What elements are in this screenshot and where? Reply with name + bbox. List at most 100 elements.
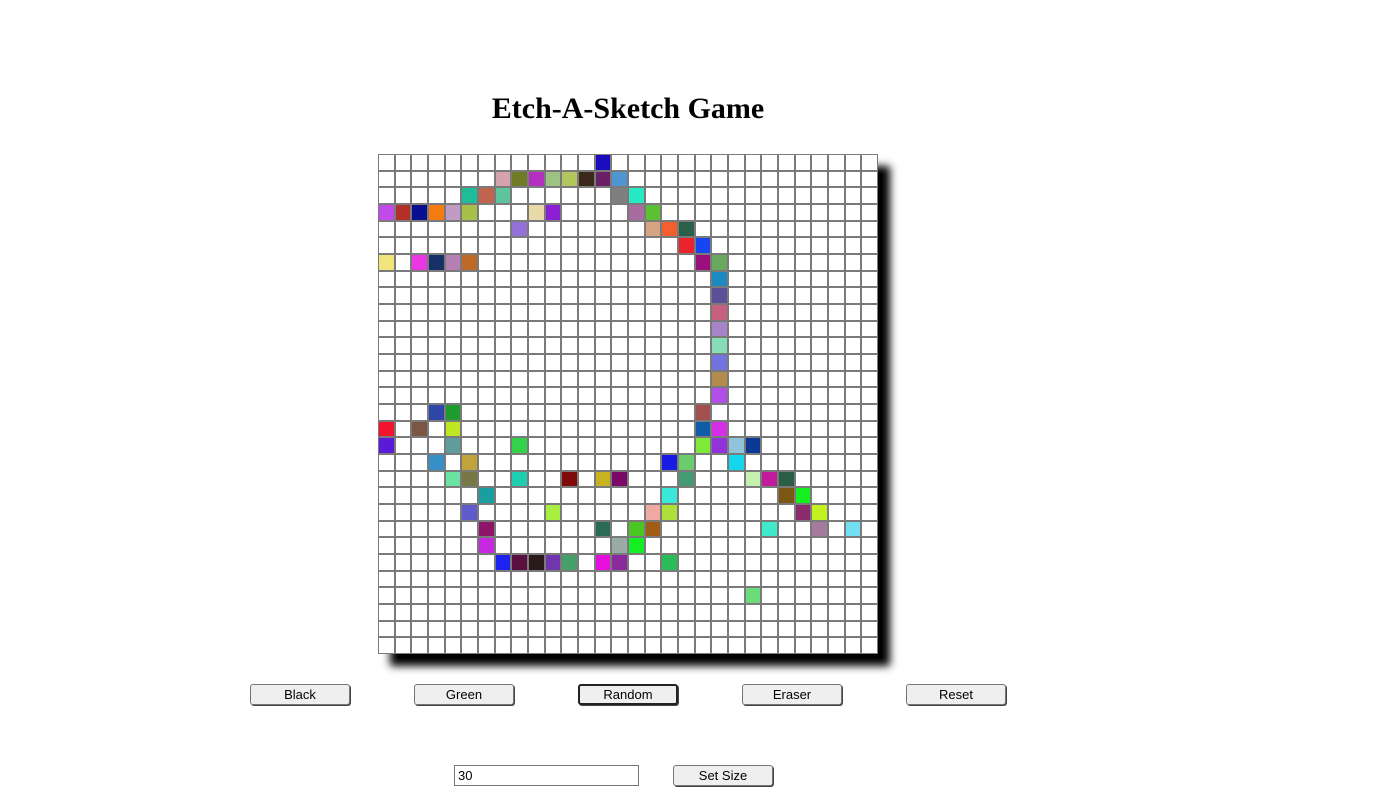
grid-cell[interactable] [811,220,828,238]
grid-cell[interactable] [794,337,812,354]
grid-cell[interactable] [594,437,612,454]
grid-cell[interactable] [627,620,645,638]
grid-cell[interactable] [427,387,445,404]
grid-cell[interactable] [444,503,462,521]
grid-cell[interactable] [378,520,395,538]
grid-cell[interactable] [744,403,762,421]
grid-cell[interactable] [861,603,878,621]
grid-cell[interactable] [394,503,412,521]
grid-cell[interactable] [644,170,662,188]
grid-cell[interactable] [594,270,612,288]
grid-cell[interactable] [394,487,412,504]
grid-cell[interactable] [544,337,562,354]
grid-cell[interactable] [794,287,812,304]
grid-cell[interactable] [694,420,712,438]
grid-cell[interactable] [844,353,862,371]
grid-cell[interactable] [827,320,845,338]
grid-cell[interactable] [811,337,828,354]
grid-cell[interactable] [694,587,712,604]
grid-cell[interactable] [644,220,662,238]
grid-cell[interactable] [711,220,728,238]
grid-cell[interactable] [661,237,678,254]
grid-cell[interactable] [744,503,762,521]
grid-cell[interactable] [761,187,778,204]
grid-cell[interactable] [761,387,778,404]
grid-cell[interactable] [711,437,728,454]
grid-cell[interactable] [861,637,878,654]
grid-cell[interactable] [594,420,612,438]
grid-cell[interactable] [544,287,562,304]
grid-cell[interactable] [461,420,478,438]
grid-cell[interactable] [394,187,412,204]
grid-cell[interactable] [561,237,578,254]
grid-cell[interactable] [794,353,812,371]
grid-cell[interactable] [544,303,562,321]
grid-cell[interactable] [394,253,412,271]
grid-cell[interactable] [777,270,795,288]
grid-cell[interactable] [694,303,712,321]
grid-cell[interactable] [477,437,495,454]
grid-cell[interactable] [677,337,695,354]
grid-cell[interactable] [477,154,495,171]
grid-cell[interactable] [378,154,395,171]
grid-cell[interactable] [577,387,595,404]
grid-cell[interactable] [461,253,478,271]
grid-cell[interactable] [577,537,595,554]
grid-cell[interactable] [744,453,762,471]
grid-cell[interactable] [577,320,595,338]
grid-cell[interactable] [711,520,728,538]
grid-cell[interactable] [544,370,562,388]
grid-cell[interactable] [744,387,762,404]
grid-cell[interactable] [411,487,428,504]
grid-cell[interactable] [427,220,445,238]
grid-cell[interactable] [827,203,845,221]
grid-cell[interactable] [611,303,628,321]
grid-cell[interactable] [561,503,578,521]
grid-cell[interactable] [777,370,795,388]
grid-cell[interactable] [544,387,562,404]
grid-cell[interactable] [844,553,862,571]
grid-cell[interactable] [427,303,445,321]
grid-cell[interactable] [544,520,562,538]
grid-cell[interactable] [561,187,578,204]
grid-cell[interactable] [827,187,845,204]
grid-cell[interactable] [411,520,428,538]
grid-cell[interactable] [427,237,445,254]
grid-cell[interactable] [594,187,612,204]
grid-cell[interactable] [861,453,878,471]
grid-cell[interactable] [477,553,495,571]
grid-cell[interactable] [611,220,628,238]
grid-cell[interactable] [811,470,828,488]
grid-cell[interactable] [494,253,512,271]
grid-cell[interactable] [761,520,778,538]
grid-cell[interactable] [494,387,512,404]
grid-cell[interactable] [427,620,445,638]
grid-cell[interactable] [661,337,678,354]
grid-cell[interactable] [627,587,645,604]
grid-cell[interactable] [577,303,595,321]
grid-cell[interactable] [627,303,645,321]
grid-cell[interactable] [777,637,795,654]
grid-cell[interactable] [427,370,445,388]
grid-cell[interactable] [644,320,662,338]
grid-cell[interactable] [527,387,545,404]
grid-cell[interactable] [761,620,778,638]
grid-cell[interactable] [577,253,595,271]
grid-cell[interactable] [827,420,845,438]
grid-cell[interactable] [694,387,712,404]
grid-cell[interactable] [744,620,762,638]
grid-cell[interactable] [694,403,712,421]
grid-cell[interactable] [511,170,528,188]
grid-cell[interactable] [527,637,545,654]
grid-cell[interactable] [794,203,812,221]
grid-cell[interactable] [511,637,528,654]
grid-cell[interactable] [427,437,445,454]
grid-cell[interactable] [461,353,478,371]
grid-cell[interactable] [527,170,545,188]
grid-cell[interactable] [794,387,812,404]
grid-cell[interactable] [811,487,828,504]
grid-cell[interactable] [577,520,595,538]
grid-cell[interactable] [594,487,612,504]
grid-cell[interactable] [844,637,862,654]
grid-cell[interactable] [644,587,662,604]
